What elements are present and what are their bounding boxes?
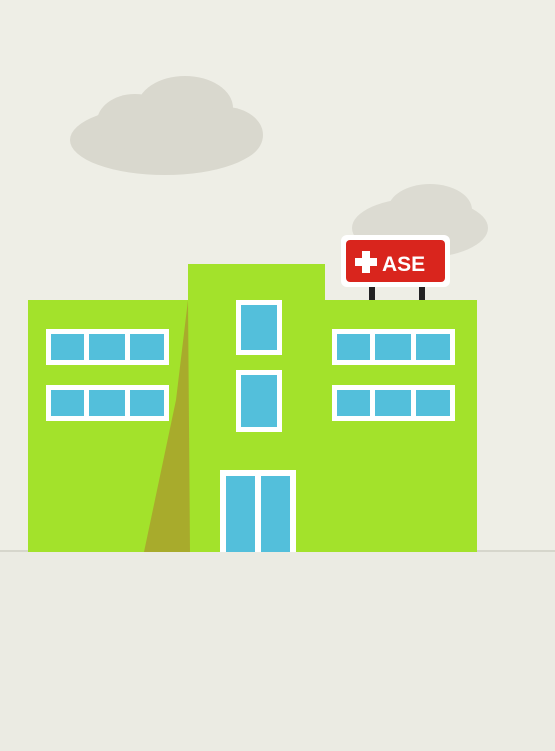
window-row-right-top [332,329,455,365]
sign-label: ASE [382,253,425,276]
hospital-scene-svg: ASE [0,0,555,751]
window-row-right-bottom [332,385,455,421]
ground [0,552,555,751]
hospital-illustration: ASE [0,0,555,751]
window-row-left-bottom [46,385,169,421]
window-row-left-top [46,329,169,365]
hospital-sign: ASE [341,235,450,287]
tower-window-middle [236,370,282,432]
entrance-door [220,470,296,552]
tower-window-top [236,300,282,355]
